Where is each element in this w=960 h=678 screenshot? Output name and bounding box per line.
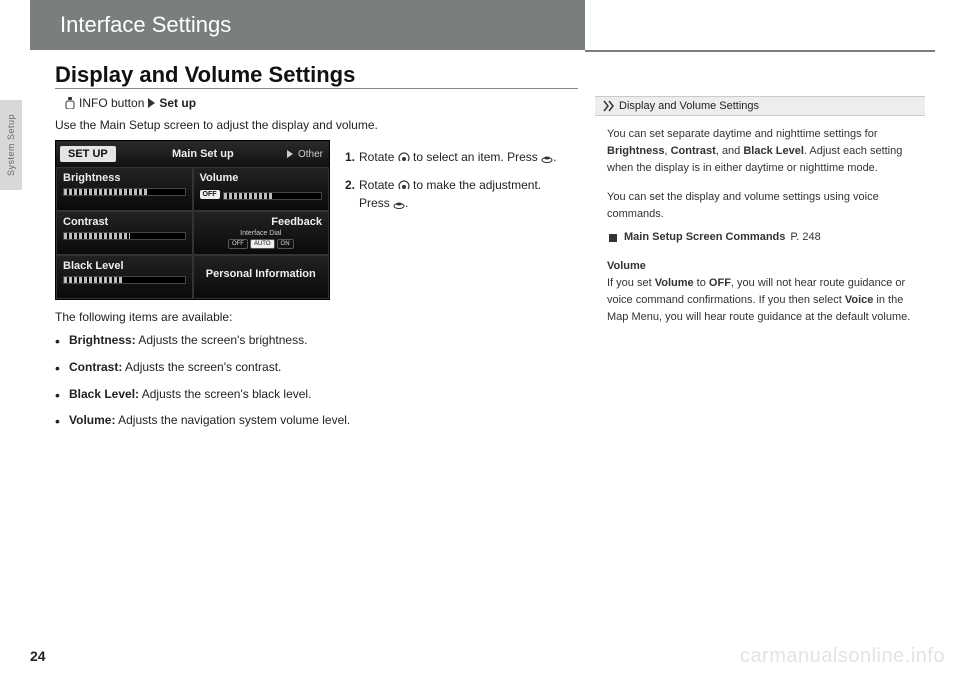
sidebar-p2: You can set the display and volume setti… [607,189,913,223]
side-tab-label: System Setup [6,114,16,176]
step-1-text: Rotate to select an item. Press . [359,148,556,166]
volume-label: Volume [200,172,323,184]
step-2: 2. Rotate to make the adjustment. Press … [345,176,575,212]
item-black-level: Black Level: Adjusts the screen's black … [55,386,575,403]
fb-off: OFF [228,239,248,249]
cell-brightness: Brightness [56,167,193,211]
figure-title: Main Set up [120,148,286,160]
other-tab: Other [286,149,329,160]
press-knob-icon [541,153,553,163]
page-number: 24 [30,648,46,664]
ref-page: P. 248 [790,229,820,246]
cell-feedback: Feedback Interface Dial OFF AUTO ON [193,211,330,255]
volume-off-badge: OFF [200,190,220,199]
sidebar-head: Display and Volume Settings [595,96,925,116]
item-volume: Volume: Adjusts the navigation system vo… [55,412,575,429]
contrast-bar [63,232,186,240]
cell-volume: Volume OFF [193,167,330,211]
press-knob-icon [393,199,405,209]
cell-black-level: Black Level [56,255,193,299]
black-level-bar [63,276,186,284]
feedback-sublabel: Interface Dial [200,230,323,237]
brightness-label: Brightness [63,172,186,184]
breadcrumb: INFO button Set up [65,96,196,110]
watermark: carmanualsonline.info [740,645,945,668]
chapter-title: Interface Settings [60,12,231,38]
cell-contrast: Contrast [56,211,193,255]
double-chevron-right-icon [603,100,615,112]
info-sidebar: Display and Volume Settings You can set … [595,96,925,348]
black-level-label: Black Level [63,260,186,272]
manual-page: Interface Settings System Setup Display … [0,0,960,678]
ref-title: Main Setup Screen Commands [624,229,785,246]
intro-text: Use the Main Setup screen to adjust the … [55,118,378,132]
sidebar-p3: Volume If you set Volume to OFF, you wil… [607,258,913,326]
step-2-text: Rotate to make the adjustment. Press . [359,176,575,212]
fb-auto: AUTO [250,239,275,249]
item-contrast: Contrast: Adjusts the screen's contrast. [55,359,575,376]
link-ref-icon [607,232,619,244]
chapter-header: Interface Settings [30,0,585,50]
feedback-toggle: OFF AUTO ON [200,239,323,249]
rotate-dial-icon [398,152,410,164]
contrast-label: Contrast [63,216,186,228]
brightness-bar [63,188,186,196]
other-label: Other [298,149,323,160]
feedback-label: Feedback [200,216,323,228]
breadcrumb-target: Set up [159,96,196,110]
sidebar-ref: Main Setup Screen Commands P. 248 [607,229,913,246]
step-1: 1. Rotate to select an item. Press . [345,148,575,166]
breadcrumb-prefix: INFO button [79,96,144,110]
chevron-right-icon [148,98,155,108]
sidebar-head-text: Display and Volume Settings [619,100,759,112]
chevron-right-icon [286,150,294,158]
side-tab: System Setup [0,100,22,190]
figure-grid: Brightness Volume OFF Contrast Feedback … [56,167,329,299]
items-list: Brightness: Adjusts the screen's brightn… [55,332,575,439]
steps: 1. Rotate to select an item. Press . 2. … [345,148,575,222]
section-title: Display and Volume Settings [55,62,355,88]
header-rule [585,50,935,52]
items-intro: The following items are available: [55,310,232,324]
step-2-num: 2. [345,176,355,212]
setup-screen-figure: SET UP Main Set up Other Brightness Volu… [55,140,330,300]
sidebar-body: You can set separate daytime and nightti… [595,116,925,348]
figure-header: SET UP Main Set up Other [56,141,329,167]
personal-label: Personal Information [200,268,323,280]
rotate-dial-icon [398,180,410,192]
info-button-icon [65,97,75,109]
fb-on: ON [277,239,294,249]
setup-badge: SET UP [60,146,116,162]
section-rule [55,88,578,89]
step-1-num: 1. [345,148,355,166]
cell-personal: Personal Information [193,255,330,299]
sidebar-p1: You can set separate daytime and nightti… [607,126,913,177]
item-brightness: Brightness: Adjusts the screen's brightn… [55,332,575,349]
volume-bar: OFF [200,188,323,200]
